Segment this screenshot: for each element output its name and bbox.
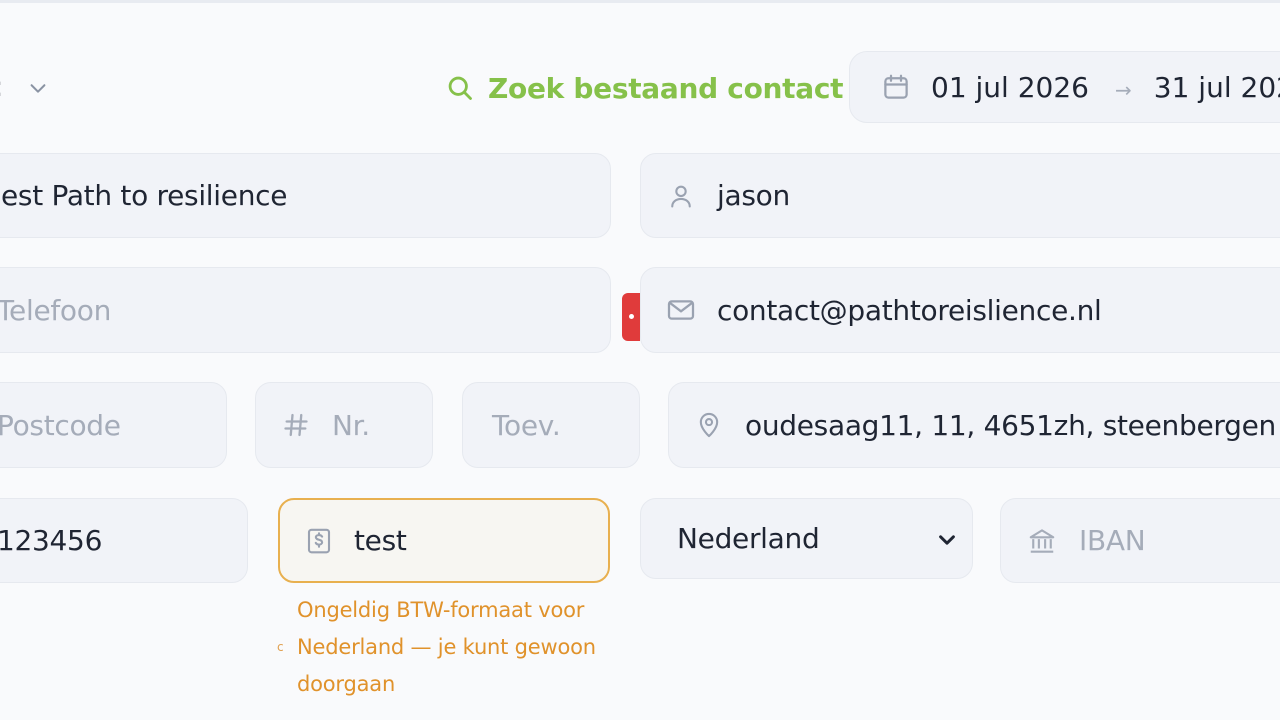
email-error-indicator bbox=[622, 293, 640, 341]
address-value: oudesaag11, 11, 4651zh, steenbergen bbox=[745, 408, 1276, 442]
addition-input[interactable]: Toev. bbox=[462, 382, 640, 468]
bank-icon bbox=[1027, 526, 1057, 556]
house-number-placeholder: Nr. bbox=[332, 408, 370, 442]
dollar-doc-icon bbox=[304, 526, 334, 556]
vat-format-warning: Ongeldig BTW-formaat voor Nederland — je… bbox=[297, 598, 596, 696]
date-range-arrow: → bbox=[1115, 78, 1132, 102]
contact-person-input[interactable]: jason bbox=[640, 153, 1280, 238]
iban-placeholder: IBAN bbox=[1079, 524, 1146, 557]
address-input[interactable]: oudesaag11, 11, 4651zh, steenbergen bbox=[668, 382, 1280, 468]
search-existing-contact-label: Zoek bestaand contact bbox=[488, 71, 844, 105]
user-icon bbox=[667, 182, 695, 210]
email-value: contact@pathtoreislience.nl bbox=[717, 293, 1102, 327]
addition-placeholder: Toev. bbox=[492, 408, 561, 442]
chevron-down-icon bbox=[936, 529, 958, 551]
contact-form-page: : Zoek bestaand contact 01 jul 2026 → 31… bbox=[0, 0, 1280, 720]
truncated-dropdown-label: : bbox=[0, 70, 3, 103]
mail-icon bbox=[665, 294, 697, 326]
top-border bbox=[0, 0, 1280, 3]
iban-input[interactable]: IBAN bbox=[1000, 498, 1280, 583]
kvk-value: 123456 bbox=[0, 524, 103, 557]
search-icon bbox=[446, 74, 474, 102]
calendar-icon bbox=[881, 72, 911, 102]
postcode-input[interactable]: Postcode bbox=[0, 382, 227, 468]
email-input[interactable]: contact@pathtoreislience.nl bbox=[640, 267, 1280, 353]
phone-input[interactable]: Telefoon bbox=[0, 267, 611, 353]
company-name-input[interactable]: est Path to resilience bbox=[0, 153, 611, 238]
vat-number-value: test bbox=[354, 524, 407, 557]
company-name-value: est Path to resilience bbox=[1, 179, 288, 212]
hash-icon bbox=[282, 411, 310, 439]
country-selected-value: Nederland bbox=[677, 522, 820, 555]
phone-placeholder: Telefoon bbox=[0, 293, 112, 327]
date-end: 31 jul 2026 bbox=[1153, 70, 1280, 104]
chevron-down-icon[interactable] bbox=[27, 77, 49, 99]
vat-number-input[interactable]: test bbox=[278, 498, 610, 583]
contact-person-value: jason bbox=[717, 179, 790, 212]
warning-bullet-icon: c bbox=[277, 640, 284, 654]
date-range-picker[interactable]: 01 jul 2026 → 31 jul 2026 bbox=[849, 51, 1280, 123]
kvk-input[interactable]: 123456 bbox=[0, 498, 248, 583]
search-existing-contact-link[interactable]: Zoek bestaand contact bbox=[446, 66, 844, 110]
house-number-input[interactable]: Nr. bbox=[255, 382, 433, 468]
postcode-placeholder: Postcode bbox=[0, 408, 121, 442]
date-start: 01 jul 2026 bbox=[931, 70, 1089, 104]
country-select[interactable]: Nederland bbox=[640, 498, 973, 579]
map-pin-icon bbox=[695, 411, 723, 439]
